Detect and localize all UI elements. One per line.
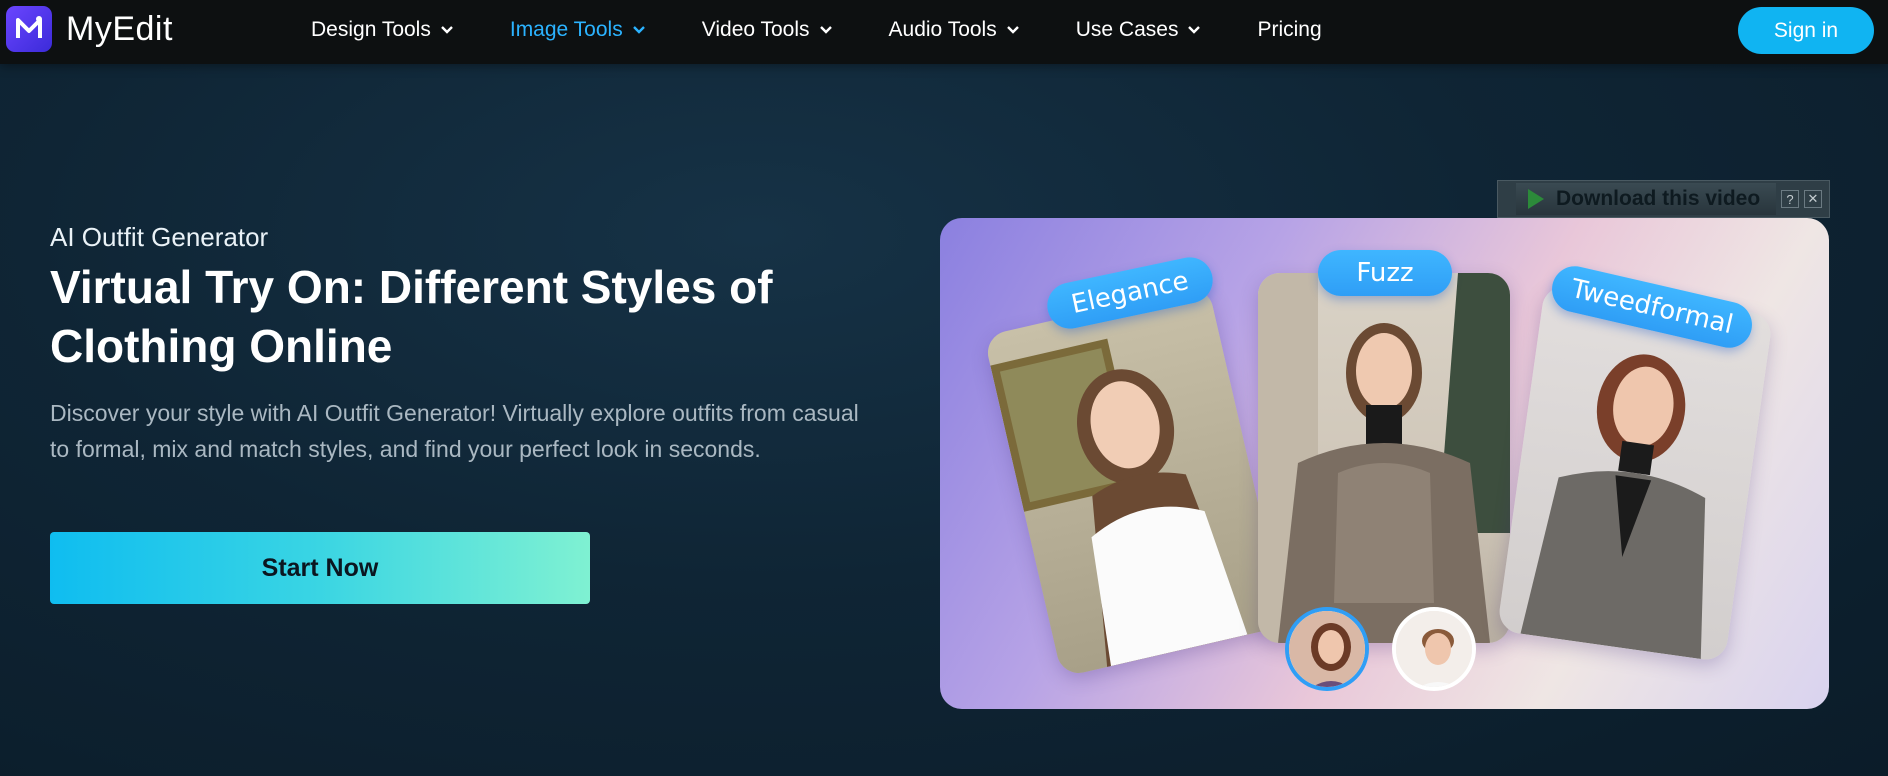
man-avatar — [1392, 607, 1476, 691]
nav-use-cases[interactable]: Use Cases — [1076, 18, 1202, 42]
chevron-down-icon — [1006, 25, 1020, 35]
chevron-down-icon — [1187, 25, 1201, 35]
nav-audio-tools[interactable]: Audio Tools — [889, 18, 1020, 42]
nav-label: Video Tools — [701, 18, 810, 41]
nav-label: Use Cases — [1075, 18, 1179, 41]
download-video-button[interactable]: Download this video — [1516, 183, 1776, 215]
elegance-photo — [983, 284, 1287, 678]
nav-label: Image Tools — [509, 18, 623, 41]
main-nav: Design Tools Image Tools Video Tools Aud… — [311, 0, 1378, 60]
play-icon — [1528, 189, 1544, 209]
top-navbar: MyEdit Design Tools Image Tools Video To… — [0, 0, 1888, 64]
style-tag-fuzz: Fuzz — [1318, 250, 1452, 296]
sign-in-button[interactable]: Sign in — [1738, 7, 1874, 54]
woman-avatar — [1285, 607, 1369, 691]
download-video-label: Download this video — [1556, 187, 1761, 210]
chevron-down-icon — [819, 25, 833, 35]
chevron-down-icon — [440, 25, 454, 35]
nav-design-tools[interactable]: Design Tools — [311, 18, 454, 42]
close-icon[interactable]: ✕ — [1804, 190, 1822, 208]
nav-video-tools[interactable]: Video Tools — [702, 18, 833, 42]
brand-name: MyEdit — [66, 9, 173, 48]
hero-headline: Virtual Try On: Different Styles of Clot… — [50, 261, 773, 372]
fuzz-photo — [1258, 273, 1510, 643]
brand-logo[interactable]: MyEdit — [6, 6, 173, 52]
nav-pricing[interactable]: Pricing — [1257, 18, 1321, 42]
hero-description: Discover your style with AI Outfit Gener… — [50, 400, 859, 462]
help-icon[interactable]: ? — [1781, 190, 1799, 208]
outfit-preview-image: Elegance Fuzz Tweedformal — [940, 218, 1829, 709]
hero-kicker: AI Outfit Generator — [50, 222, 269, 252]
nav-label: Pricing — [1257, 18, 1322, 41]
download-video-bar: Download this video ? ✕ — [1497, 180, 1830, 218]
nav-image-tools[interactable]: Image Tools — [510, 18, 646, 42]
myedit-logo-icon — [6, 6, 52, 52]
nav-label: Design Tools — [311, 18, 431, 41]
chevron-down-icon — [632, 25, 646, 35]
nav-label: Audio Tools — [888, 18, 997, 41]
start-now-button[interactable]: Start Now — [50, 532, 590, 604]
